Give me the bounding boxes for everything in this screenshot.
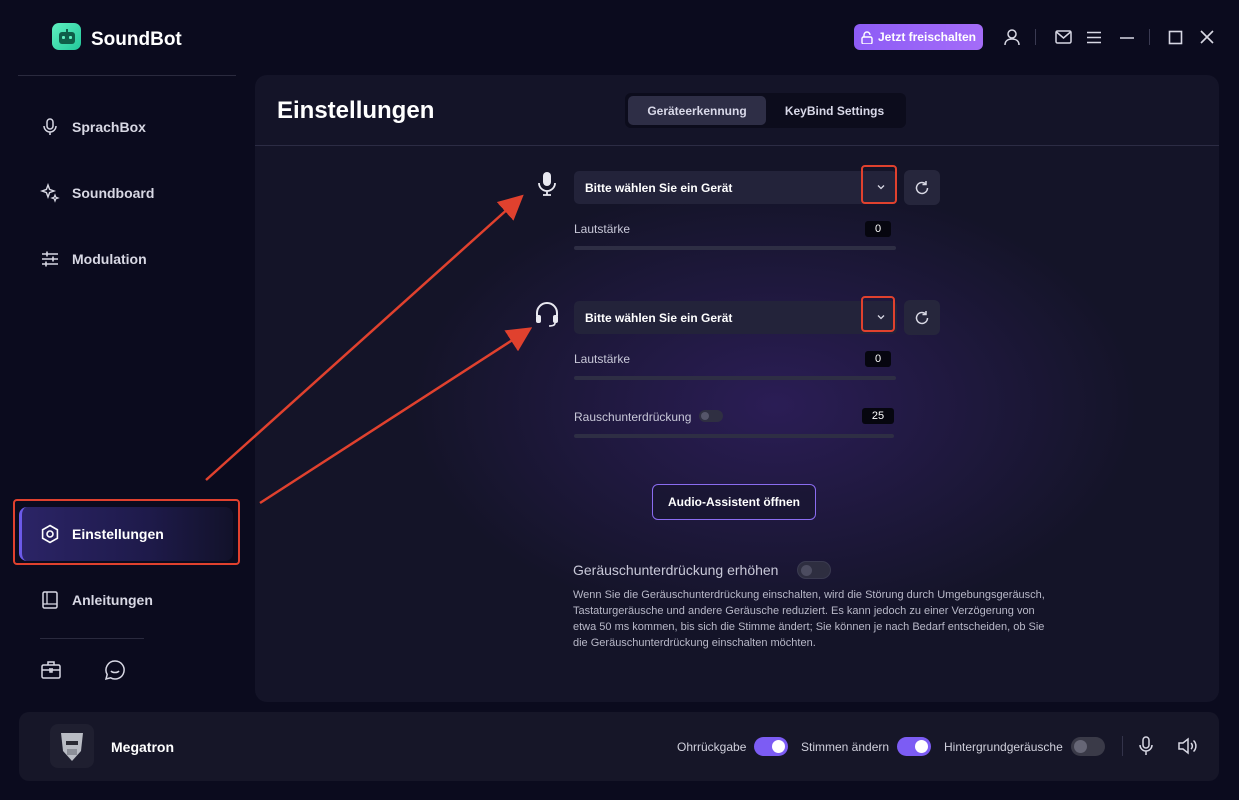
sidebar-item-label: Soundboard [72, 185, 155, 201]
titlebar-divider [1035, 29, 1036, 45]
refresh-icon [915, 310, 929, 324]
sidebar-item-label: Modulation [72, 251, 147, 267]
noise-suppression-toggle[interactable] [699, 410, 723, 422]
highlight-box-input-dropdown [861, 165, 897, 204]
input-device-select[interactable]: Bitte wählen Sie ein Gerät [574, 171, 897, 204]
output-device-placeholder: Bitte wählen Sie ein Gerät [585, 310, 733, 325]
sidebar-item-sprachbox[interactable]: SprachBox [40, 117, 146, 137]
noise-suppression-value[interactable]: 25 [862, 408, 894, 424]
hintergrundgeraeusche-toggle[interactable] [1071, 737, 1105, 756]
noise-boost-toggle[interactable] [797, 561, 831, 579]
page-title: Einstellungen [277, 97, 435, 124]
panel-header-divider [255, 145, 1219, 146]
microphone-icon [43, 118, 57, 135]
output-volume-slider[interactable] [574, 376, 896, 380]
app-name: SoundBot [91, 29, 182, 50]
titlebar-divider [1149, 29, 1150, 45]
stimmen-aendern-label: Stimmen ändern [801, 740, 890, 754]
settings-tabs: Geräteerkennung KeyBind Settings [625, 93, 906, 128]
tab-geraeteerkennung[interactable]: Geräteerkennung [628, 96, 766, 125]
output-device-select[interactable]: Bitte wählen Sie ein Gerät [574, 301, 897, 334]
mail-icon[interactable] [1052, 26, 1074, 48]
ohrrueckgabe-toggle[interactable] [754, 737, 788, 756]
chat-icon[interactable] [104, 659, 126, 686]
input-volume-value[interactable]: 0 [865, 221, 891, 237]
book-icon [42, 591, 58, 609]
input-refresh-button[interactable] [904, 170, 940, 205]
settings-panel: Einstellungen Geräteerkennung KeyBind Se… [255, 75, 1219, 702]
sliders-icon [42, 251, 58, 267]
output-refresh-button[interactable] [904, 300, 940, 335]
robot-icon [58, 28, 75, 44]
megatron-avatar-icon [61, 733, 83, 761]
hintergrundgeraeusche-label: Hintergrundgeräusche [944, 740, 1063, 754]
highlight-box-sidebar [13, 499, 240, 565]
voice-name: Megatron [111, 739, 174, 755]
sidebar-item-anleitungen[interactable]: Anleitungen [40, 590, 153, 610]
sparkle-icon [40, 183, 60, 203]
audio-assistant-button[interactable]: Audio-Assistent öffnen [652, 484, 816, 520]
microphone-icon[interactable] [1134, 734, 1158, 758]
user-icon[interactable] [1001, 26, 1023, 48]
output-volume-label: Lautstärke [574, 352, 631, 366]
noise-boost-title: Geräuschunterdrückung erhöhen [573, 562, 779, 578]
noise-boost-description: Wenn Sie die Geräuschunterdrückung einsc… [573, 589, 1045, 649]
bottom-bar: Megatron Ohrrückgabe Stimmen ändern Hint… [19, 712, 1219, 781]
toolbox-icon[interactable] [40, 659, 62, 686]
refresh-icon [915, 180, 929, 194]
sidebar-item-modulation[interactable]: Modulation [40, 249, 147, 269]
input-device-placeholder: Bitte wählen Sie ein Gerät [585, 180, 733, 195]
avatar[interactable] [50, 724, 94, 768]
highlight-box-output-dropdown [861, 296, 895, 332]
sidebar-top-divider [18, 75, 236, 76]
headset-icon [534, 300, 560, 328]
maximize-icon[interactable] [1164, 26, 1186, 48]
close-icon[interactable] [1196, 26, 1218, 48]
minimize-icon[interactable] [1116, 26, 1138, 48]
sidebar-item-label: Anleitungen [72, 592, 153, 608]
unlock-icon [861, 30, 873, 44]
unlock-label: Jetzt freischalten [877, 30, 977, 44]
output-volume-value[interactable]: 0 [865, 351, 891, 367]
speaker-icon[interactable] [1175, 734, 1199, 758]
noise-suppression-slider[interactable] [574, 434, 894, 438]
sidebar-item-label: SprachBox [72, 119, 146, 135]
tab-keybind-settings[interactable]: KeyBind Settings [766, 96, 903, 125]
microphone-icon [534, 170, 560, 198]
input-volume-slider[interactable] [574, 246, 896, 250]
noise-suppression-label: Rauschunterdrückung [574, 410, 692, 424]
stimmen-aendern-toggle[interactable] [897, 737, 931, 756]
menu-icon[interactable] [1083, 26, 1105, 48]
sidebar-bottom-divider [40, 638, 144, 639]
sidebar-item-soundboard[interactable]: Soundboard [40, 183, 154, 203]
input-volume-label: Lautstärke [574, 222, 631, 236]
ohrrueckgabe-label: Ohrrückgabe [677, 740, 747, 754]
app-logo [52, 23, 81, 50]
bottom-divider [1122, 736, 1123, 756]
unlock-button[interactable]: Jetzt freischalten [854, 24, 983, 50]
